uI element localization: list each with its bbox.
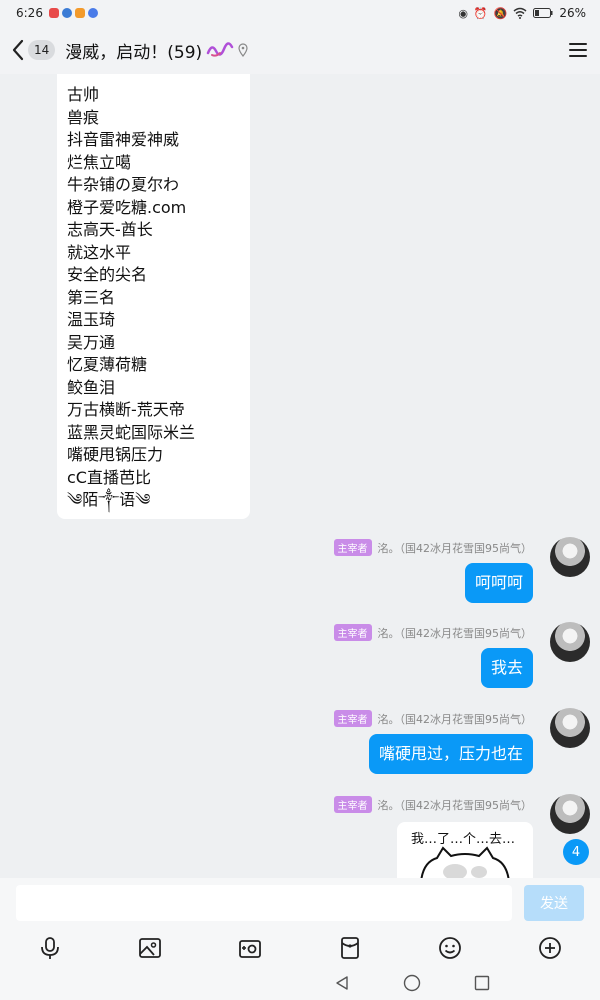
list-line: 吴万通 bbox=[67, 332, 116, 352]
sender-name[interactable]: 洺。（国42冰月花雪国95尚气） bbox=[378, 625, 533, 641]
menu-line bbox=[569, 55, 587, 57]
battery-level: 26% bbox=[559, 6, 586, 20]
message-bubble[interactable]: 呵呵呵 bbox=[464, 563, 533, 603]
nav-recents-button[interactable] bbox=[467, 968, 497, 998]
red-packet-button[interactable] bbox=[335, 933, 365, 963]
triangle-back-icon bbox=[336, 976, 348, 990]
sender-name[interactable]: 洺。（国42冰月花雪国95尚气） bbox=[378, 540, 533, 556]
list-line: 鲛鱼泪 bbox=[67, 377, 116, 397]
list-line: 牛杂铺の夏尔わ bbox=[67, 175, 180, 194]
chat-title[interactable]: 漫威，启动！(59) bbox=[65, 38, 248, 63]
battery-icon bbox=[533, 8, 553, 18]
list-line: 蓝黑灵蛇国际米兰 bbox=[67, 422, 196, 442]
input-area: 发送 bbox=[0, 878, 600, 1000]
app-notification-icon bbox=[61, 8, 72, 18]
menu-line bbox=[569, 43, 587, 45]
image-button[interactable] bbox=[135, 933, 165, 963]
more-button[interactable] bbox=[535, 933, 565, 963]
list-line: 第三名 bbox=[67, 287, 116, 307]
list-message-bubble[interactable]: 古帅 兽痕 抖音雷神爱神威 烂焦立噶 牛杂铺の夏尔わ 橙子爱吃糖.com 志高天… bbox=[57, 74, 250, 519]
chat-message: 主宰者 洺。（国42冰月花雪国95尚气） 呵呵呵 bbox=[0, 537, 590, 619]
mute-icon: 🔕 bbox=[493, 6, 508, 20]
avatar[interactable] bbox=[550, 537, 590, 577]
list-line: 嘴硬甩锅压力 bbox=[67, 445, 164, 464]
list-line: 忆夏薄荷糖 bbox=[67, 355, 148, 374]
app-notification-icon bbox=[48, 8, 59, 18]
chat-message-list[interactable]: 古帅 兽痕 抖音雷神爱神威 烂焦立噶 牛杂铺の夏尔わ 橙子爱吃糖.com 志高天… bbox=[0, 74, 600, 878]
nav-home-button[interactable] bbox=[397, 968, 427, 998]
list-line: cC直播芭比 bbox=[67, 467, 151, 487]
list-line: 烂焦立噶 bbox=[67, 152, 132, 172]
send-button[interactable]: 发送 bbox=[524, 885, 584, 921]
eye-icon: ◉ bbox=[458, 6, 468, 20]
chevron-left-icon bbox=[12, 39, 24, 61]
role-badge: 主宰者 bbox=[333, 539, 372, 556]
menu-line bbox=[569, 49, 587, 51]
app-notification-icon bbox=[74, 8, 85, 18]
circle-home-icon bbox=[403, 974, 421, 992]
sender-name[interactable]: 洺。（国42冰月花雪国95尚气） bbox=[378, 797, 533, 813]
list-line: 就这水平 bbox=[67, 242, 132, 262]
chat-message: 主宰者 洺。（国42冰月花雪国95尚气） 我…了…个…去… bbox=[0, 794, 590, 878]
sender-name[interactable]: 洺。（国42冰月花雪国95尚气） bbox=[378, 711, 533, 727]
sticker-image[interactable]: 我…了…个…去… bbox=[397, 822, 533, 878]
camera-icon bbox=[239, 940, 261, 958]
sender-info: 主宰者 洺。（国42冰月花雪国95尚气） bbox=[333, 796, 533, 813]
list-line: 抖音雷神爱神威 bbox=[67, 130, 180, 149]
unread-count-badge: 14 bbox=[28, 40, 56, 60]
role-badge: 主宰者 bbox=[333, 624, 372, 641]
title-decoration-icon bbox=[206, 42, 234, 57]
location-pin-icon bbox=[238, 43, 248, 57]
app-notification-icon bbox=[87, 8, 98, 18]
list-line-partial bbox=[67, 74, 240, 84]
list-line: 兽痕 bbox=[67, 107, 100, 127]
system-navigation-bar bbox=[0, 968, 600, 1000]
status-bar: 6:26 ◉ ⏰ 🔕 26% bbox=[0, 0, 600, 26]
chat-message: 主宰者 洺。（国42冰月花雪国95尚气） 我去 bbox=[0, 622, 590, 704]
emoji-button[interactable] bbox=[435, 933, 465, 963]
notification-icons bbox=[48, 8, 98, 18]
sender-info: 主宰者 洺。（国42冰月花雪国95尚气） bbox=[333, 624, 533, 641]
avatar[interactable] bbox=[550, 794, 590, 834]
input-toolbar bbox=[0, 933, 600, 963]
nav-back-button[interactable] bbox=[327, 968, 357, 998]
status-right: ◉ ⏰ 🔕 26% bbox=[458, 6, 586, 20]
new-messages-button[interactable]: 4 bbox=[563, 839, 589, 865]
list-line: 温玉琦 bbox=[67, 310, 116, 329]
message-input[interactable] bbox=[16, 885, 512, 921]
chat-header: 14 漫威，启动！(59) bbox=[0, 26, 600, 74]
list-line: 橙子爱吃糖.com bbox=[67, 197, 187, 217]
image-icon bbox=[139, 938, 161, 958]
status-time: 6:26 bbox=[16, 6, 43, 20]
status-left: 6:26 bbox=[16, 6, 98, 20]
avatar[interactable] bbox=[550, 622, 590, 662]
message-bubble[interactable]: 嘴硬甩过，压力也在 bbox=[368, 734, 533, 774]
plus-icon bbox=[539, 937, 561, 959]
red-packet-icon bbox=[341, 937, 359, 959]
alarm-icon: ⏰ bbox=[473, 6, 488, 20]
sender-info: 主宰者 洺。（国42冰月花雪国95尚气） bbox=[333, 710, 533, 727]
voice-button[interactable] bbox=[35, 933, 65, 963]
role-badge: 主宰者 bbox=[333, 796, 372, 813]
emoji-icon bbox=[439, 937, 461, 959]
list-line: 志高天-酋长 bbox=[67, 220, 153, 239]
microphone-icon bbox=[41, 937, 59, 959]
chat-title-text: 漫威，启动！(59) bbox=[65, 42, 203, 63]
list-line: 古帅 bbox=[67, 85, 100, 104]
list-line: 万古横断-荒天帝 bbox=[67, 400, 185, 419]
list-line: 安全的尖名 bbox=[67, 265, 148, 284]
role-badge: 主宰者 bbox=[333, 710, 372, 727]
list-line: ༄陌༒语༄ bbox=[67, 490, 151, 509]
camera-button[interactable] bbox=[235, 933, 265, 963]
back-button[interactable]: 14 bbox=[10, 38, 56, 62]
cat-face-icon bbox=[420, 846, 510, 878]
sender-info: 主宰者 洺。（国42冰月花雪国95尚气） bbox=[333, 539, 533, 556]
menu-button[interactable] bbox=[566, 38, 590, 62]
square-recents-icon bbox=[474, 975, 490, 991]
chat-message: 主宰者 洺。（国42冰月花雪国95尚气） 嘴硬甩过，压力也在 bbox=[0, 708, 590, 790]
message-bubble[interactable]: 我去 bbox=[480, 648, 533, 688]
wifi-icon bbox=[513, 7, 527, 19]
avatar[interactable] bbox=[550, 708, 590, 748]
